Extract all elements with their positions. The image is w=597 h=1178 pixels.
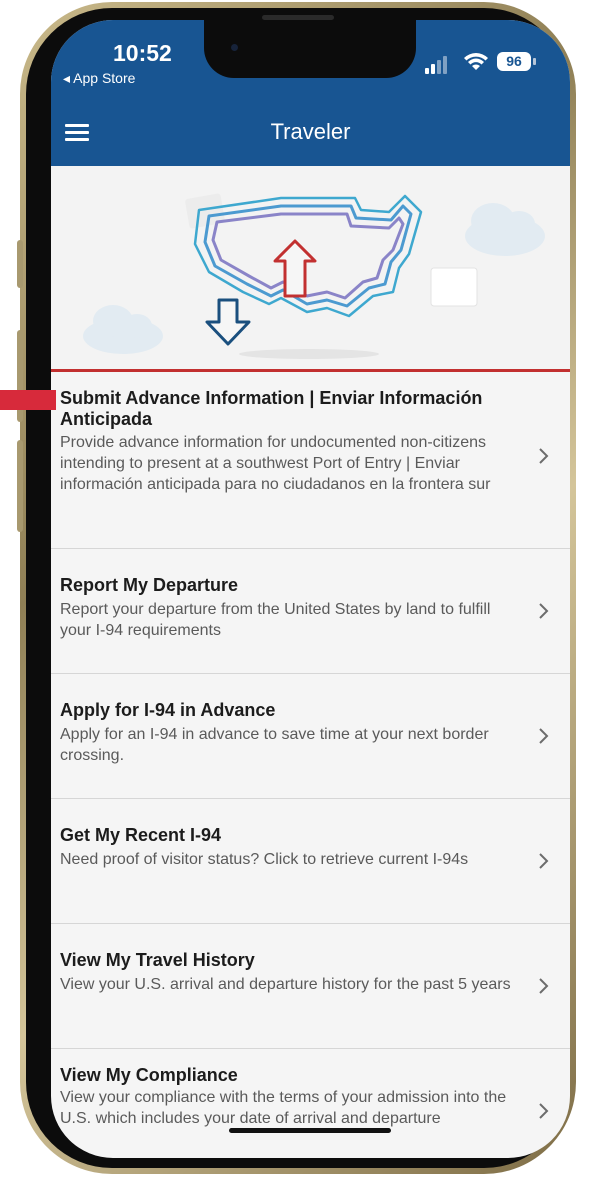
list-item-apply-for-i94[interactable]: Apply for I-94 in Advance Apply for an I… (51, 674, 570, 799)
home-indicator[interactable] (229, 1128, 391, 1133)
item-title: View My Compliance (60, 1065, 238, 1085)
item-title: Get My Recent I-94 (60, 825, 222, 845)
mute-switch (17, 240, 23, 288)
chevron-right-icon (539, 1103, 549, 1119)
highlight-marker (0, 390, 56, 410)
item-description: View your compliance with the terms of y… (60, 1089, 507, 1127)
list-item-get-my-recent-i94[interactable]: Get My Recent I-94 Need proof of visitor… (51, 799, 570, 924)
back-to-app-store[interactable]: ◂ App Store (63, 70, 135, 87)
chevron-right-icon (539, 978, 549, 994)
front-camera (231, 44, 238, 51)
list-item-submit-advance-information[interactable]: Submit Advance Information | Enviar Info… (51, 372, 570, 549)
item-description: Need proof of visitor status? Click to r… (60, 851, 469, 868)
status-time: 10:52 (113, 40, 172, 66)
list-item-report-my-departure[interactable]: Report My Departure Report your departur… (51, 549, 570, 674)
chevron-right-icon (539, 603, 549, 619)
item-description: Provide advance information for undocume… (60, 434, 491, 493)
item-description: View your U.S. arrival and departure his… (60, 976, 511, 993)
battery-tip (533, 58, 536, 65)
list-item-view-my-travel-history[interactable]: View My Travel History View your U.S. ar… (51, 924, 570, 1049)
chevron-right-icon (539, 728, 549, 744)
chevron-right-icon (539, 448, 549, 464)
app-screen: 10:52 ◂ App Store 96 Traveler Submit Adv… (51, 20, 570, 1158)
page-title: Traveler (270, 119, 351, 144)
hero-illustration (51, 166, 570, 371)
item-description: Apply for an I-94 in advance to save tim… (60, 726, 489, 764)
item-title: Report My Departure (60, 575, 239, 595)
wifi-icon (464, 53, 488, 70)
battery-icon: 96 (497, 52, 531, 71)
app-header: 10:52 ◂ App Store 96 Traveler (51, 20, 570, 166)
item-title: Submit Advance Information | Enviar Info… (60, 388, 483, 429)
item-title: View My Travel History (60, 950, 255, 970)
list-item-view-my-compliance[interactable]: View My Compliance View your compliance … (51, 1049, 570, 1158)
status-icons: 96 (425, 50, 545, 74)
us-map-arrows-illustration (83, 193, 545, 359)
camera-notch (204, 20, 416, 78)
chevron-right-icon (539, 853, 549, 869)
item-title: Apply for I-94 in Advance (60, 700, 276, 720)
item-description: Report your departure from the United St… (60, 601, 491, 639)
volume-down-button (17, 440, 23, 532)
